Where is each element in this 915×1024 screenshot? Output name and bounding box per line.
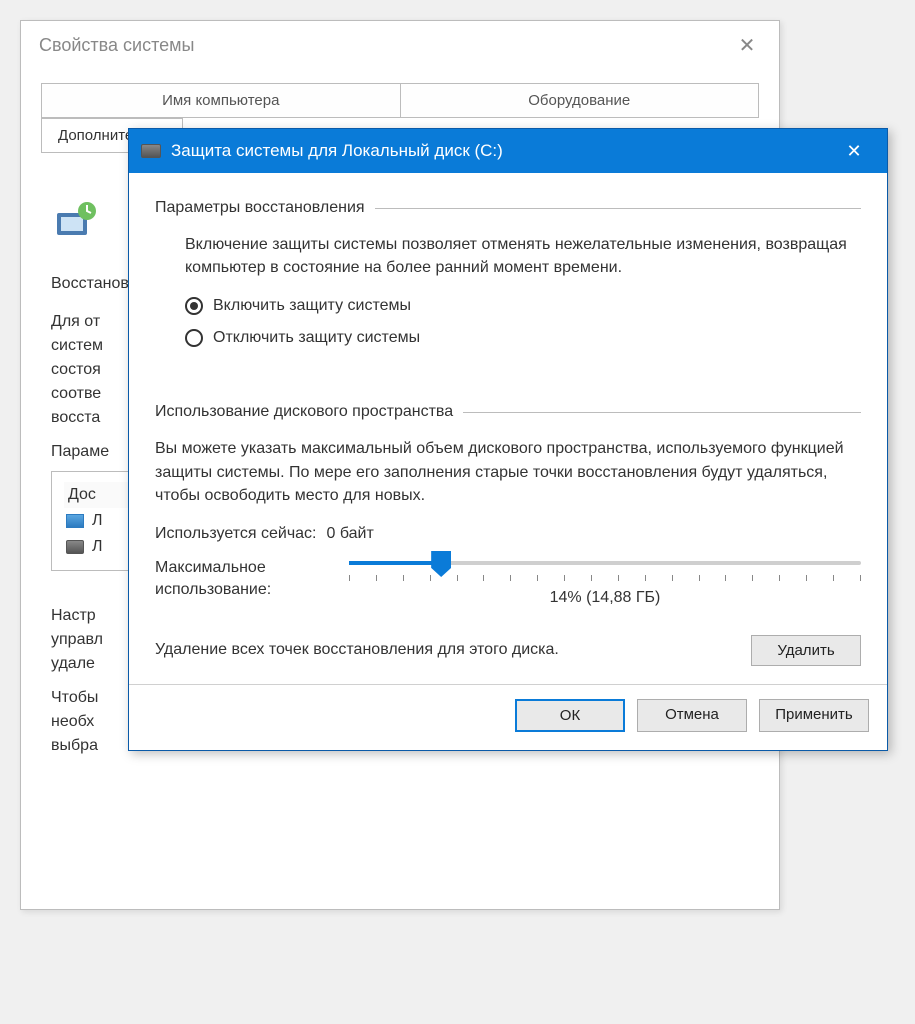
drive-icon (141, 144, 161, 158)
current-usage-row: Используется сейчас: 0 байт (155, 525, 861, 543)
cancel-button[interactable]: Отмена (637, 699, 747, 732)
tab-hardware[interactable]: Оборудование (401, 83, 760, 118)
drive-label-0: Л (92, 512, 103, 530)
close-icon[interactable]: ✕ (727, 33, 767, 58)
radio-off-label: Отключить защиту системы (213, 329, 420, 347)
max-usage-value: 14% (14,88 ГБ) (349, 589, 861, 607)
group2-divider (463, 412, 861, 413)
group1-divider (375, 208, 861, 209)
radio-enable-protection[interactable]: Включить защиту системы (185, 297, 861, 315)
group1-title: Параметры восстановления (155, 199, 365, 217)
restore-icon (51, 197, 99, 245)
delete-button[interactable]: Удалить (751, 635, 861, 666)
close-icon[interactable]: ✕ (833, 141, 875, 162)
drive-blue-icon (66, 514, 84, 528)
tab-computer-name[interactable]: Имя компьютера (41, 83, 401, 118)
restore-description: Включение защиты системы позволяет отмен… (185, 233, 861, 279)
max-usage-label: Максимальное использование: (155, 557, 335, 602)
dialog-footer: ОК Отмена Применить (129, 684, 887, 750)
delete-description: Удаление всех точек восстановления для э… (155, 639, 731, 661)
radio-disable-protection[interactable]: Отключить защиту системы (185, 329, 861, 347)
max-usage-slider[interactable]: 14% (14,88 ГБ) (349, 557, 861, 607)
bg-title: Свойства системы (39, 35, 194, 56)
group-restore-settings: Параметры восстановления (155, 199, 861, 217)
radio-on-label: Включить защиту системы (213, 297, 411, 315)
drive-label-1: Л (92, 538, 103, 556)
radio-on-icon (185, 297, 203, 315)
radio-off-icon (185, 329, 203, 347)
used-value: 0 байт (327, 525, 374, 543)
tab-row-1: Имя компьютера Оборудование (41, 83, 759, 118)
slider-ticks (349, 575, 861, 581)
system-protection-dialog: Защита системы для Локальный диск (C:) ✕… (128, 128, 888, 751)
disk-usage-description: Вы можете указать максимальный объем дис… (155, 437, 861, 507)
group-disk-usage: Использование дискового пространства (155, 403, 861, 421)
used-label: Используется сейчас: (155, 525, 317, 543)
slider-thumb[interactable] (431, 551, 451, 577)
dialog-titlebar: Защита системы для Локальный диск (C:) ✕ (129, 129, 887, 173)
bg-titlebar: Свойства системы ✕ (21, 21, 779, 69)
drive-gray-icon (66, 540, 84, 554)
dialog-title: Защита системы для Локальный диск (C:) (171, 141, 503, 161)
ok-button[interactable]: ОК (515, 699, 625, 732)
apply-button[interactable]: Применить (759, 699, 869, 732)
group2-title: Использование дискового пространства (155, 403, 453, 421)
